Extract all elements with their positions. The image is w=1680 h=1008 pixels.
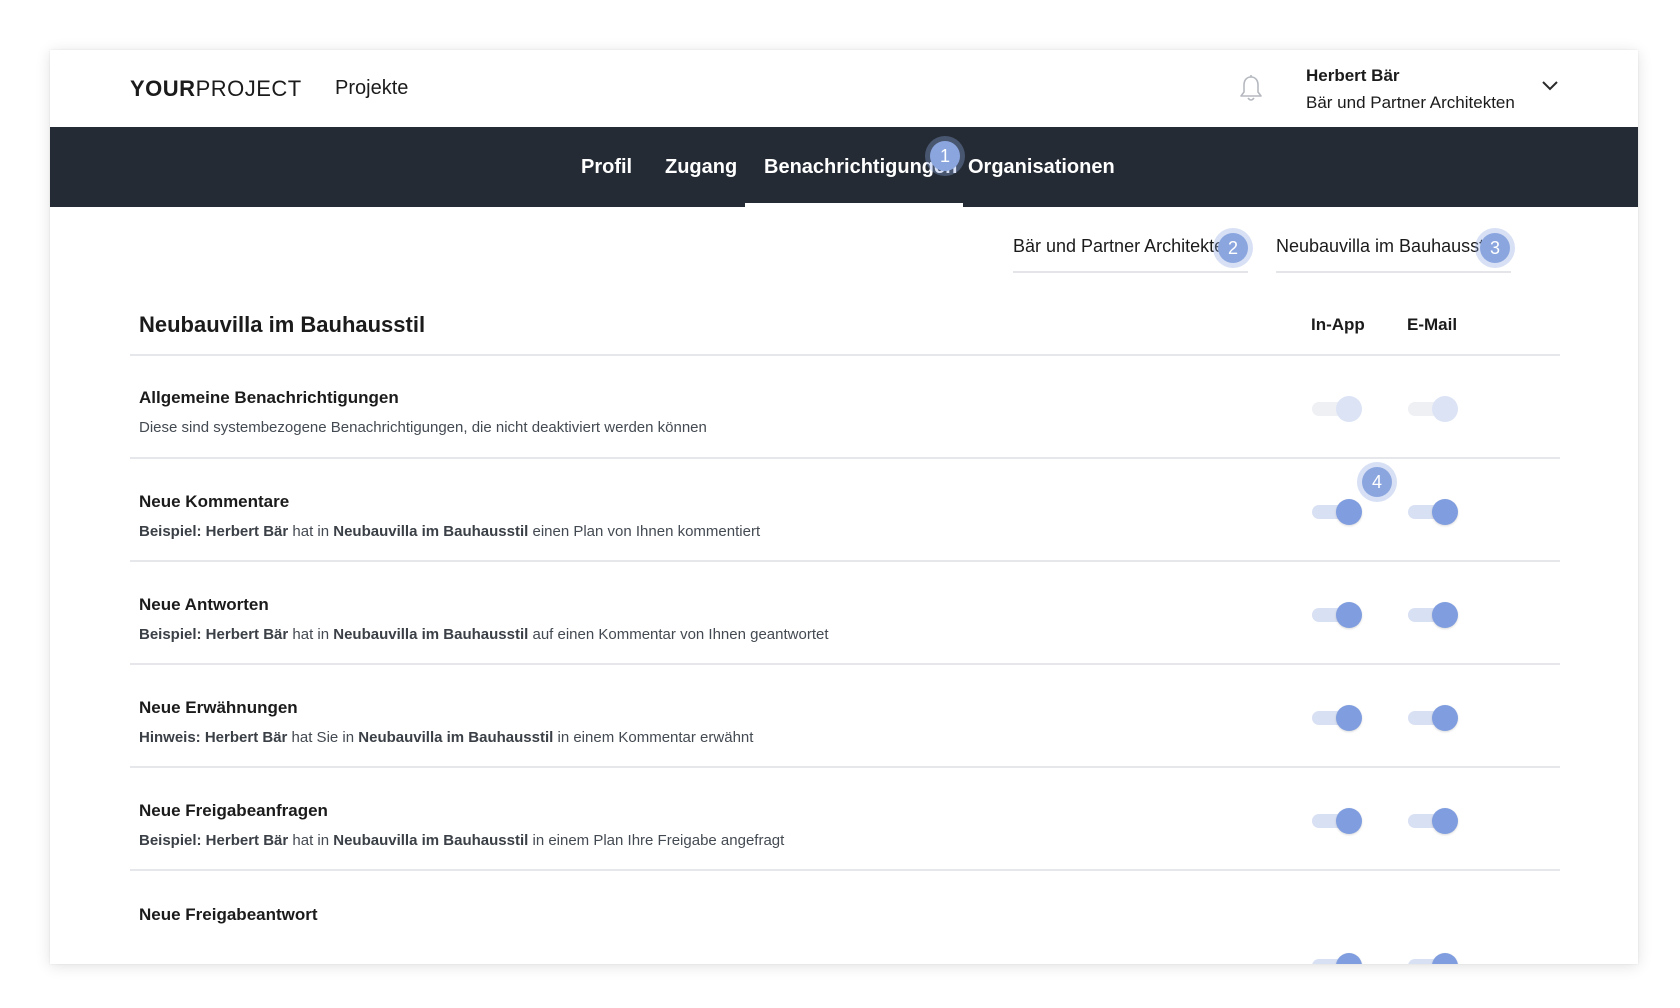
chevron-down-icon[interactable]: [1540, 78, 1560, 94]
email-toggle[interactable]: [1408, 499, 1458, 525]
row-divider: [130, 560, 1560, 562]
callout-badge-4: 4: [1362, 467, 1392, 497]
subtab-project[interactable]: Neubauvilla im Bauhausstil: [1276, 236, 1492, 257]
tab-benachrichtigungen[interactable]: Benachrichtigungen: [764, 156, 957, 179]
app-window: YOURPROJECT Projekte Herbert Bär Bär und…: [50, 50, 1638, 964]
settings-tab-bar: Profil Zugang Benachrichtigungen Organis…: [50, 127, 1638, 207]
callout-badge-3: 3: [1480, 233, 1510, 263]
bell-icon[interactable]: [1238, 74, 1264, 104]
row-title: Neue Freigabeantwort: [139, 905, 318, 924]
section-title: Neubauvilla im Bauhausstil: [139, 312, 426, 337]
user-menu[interactable]: Herbert Bär Bär und Partner Architekten: [1306, 66, 1515, 113]
row-title: Neue Freigabeanfragen: [139, 801, 328, 820]
row-description: Beispiel: Herbert Bär hat in Neubauvilla…: [139, 832, 785, 849]
subtab-project-underline: [1276, 271, 1511, 273]
logo-bold: YOUR: [130, 76, 196, 101]
row-divider: [130, 766, 1560, 768]
callout-badge-2: 2: [1218, 233, 1248, 263]
tab-zugang[interactable]: Zugang: [665, 156, 737, 179]
row-title: Allgemeine Benachrichtigungen: [139, 388, 399, 407]
email-toggle[interactable]: [1408, 808, 1458, 834]
inapp-toggle[interactable]: [1312, 953, 1362, 964]
row-title: Neue Erwähnungen: [139, 698, 298, 717]
email-toggle[interactable]: [1408, 705, 1458, 731]
row-description: Diese sind systembezogene Benachrichtigu…: [139, 419, 707, 436]
inapp-toggle[interactable]: [1312, 808, 1362, 834]
user-name: Herbert Bär: [1306, 66, 1400, 85]
tab-profil[interactable]: Profil: [581, 156, 632, 179]
row-divider: [130, 869, 1560, 871]
subtab-organization-underline: [1013, 271, 1248, 273]
row-description: Beispiel: Herbert Bär hat in Neubauvilla…: [139, 523, 761, 540]
column-header-inapp: In-App: [1311, 315, 1365, 334]
subtab-organization[interactable]: Bär und Partner Architekten: [1013, 236, 1234, 257]
inapp-toggle[interactable]: [1312, 705, 1362, 731]
row-divider: [130, 457, 1560, 459]
row-description: Beispiel: Herbert Bär hat in Neubauvilla…: [139, 626, 829, 643]
row-description: Hinweis: Herbert Bär hat Sie in Neubauvi…: [139, 729, 754, 746]
email-toggle[interactable]: [1408, 953, 1458, 964]
column-header-email: E-Mail: [1407, 315, 1458, 334]
active-tab-indicator: [745, 203, 963, 207]
row-title: Neue Antworten: [139, 595, 269, 614]
row-divider: [130, 663, 1560, 665]
inapp-toggle[interactable]: [1312, 602, 1362, 628]
email-toggle[interactable]: [1408, 602, 1458, 628]
user-organization: Bär und Partner Architekten: [1306, 93, 1515, 112]
top-header: YOURPROJECT Projekte Herbert Bär Bär und…: [50, 50, 1638, 127]
section-divider: [130, 354, 1560, 356]
callout-badge-1: 1: [930, 141, 960, 171]
row-title: Neue Kommentare: [139, 492, 290, 511]
nav-projects-link[interactable]: Projekte: [335, 77, 408, 100]
inapp-toggle: [1312, 396, 1362, 422]
logo-light: PROJECT: [195, 76, 302, 101]
tab-organisationen[interactable]: Organisationen: [968, 156, 1115, 179]
email-toggle: [1408, 396, 1458, 422]
logo[interactable]: YOURPROJECT: [130, 76, 302, 102]
inapp-toggle[interactable]: [1312, 499, 1362, 525]
